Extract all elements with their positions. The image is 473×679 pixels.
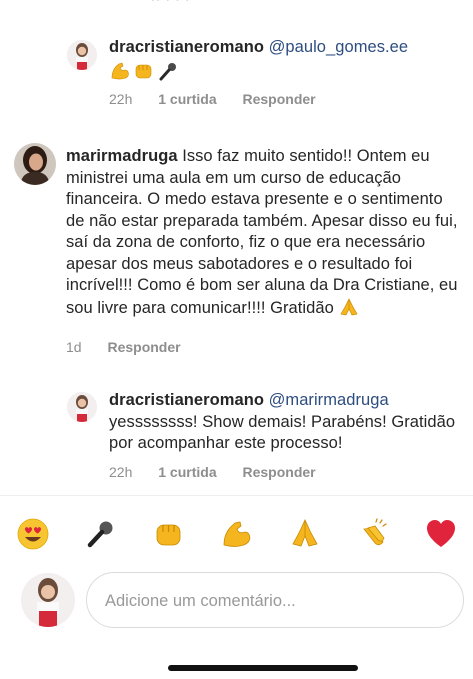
reply-button[interactable]: Responder bbox=[243, 91, 316, 107]
comment-username[interactable]: marirmadruga bbox=[66, 147, 178, 165]
folded-hands-emoji-icon[interactable] bbox=[286, 515, 324, 553]
comment-username[interactable]: dracristianeromano bbox=[109, 38, 264, 56]
comment-meta: 22h 1 curtida Responder bbox=[109, 464, 316, 480]
reply-button[interactable]: Responder bbox=[107, 339, 180, 355]
flexed-biceps-emoji-icon[interactable] bbox=[218, 515, 256, 553]
comment-meta: 22h 1 curtida Responder bbox=[109, 91, 316, 107]
avatar[interactable] bbox=[14, 143, 56, 185]
comment-body: dracristianeromano @paulo_gomes.ee bbox=[109, 37, 459, 59]
comment-emoji-row bbox=[109, 60, 179, 82]
comment-meta: 1d Responder bbox=[66, 339, 181, 355]
comment-composer bbox=[86, 572, 464, 629]
avatar[interactable] bbox=[67, 40, 97, 70]
comment-time: 22h bbox=[109, 91, 133, 107]
microphone-icon bbox=[157, 60, 179, 82]
comment-username[interactable]: dracristianeromano bbox=[109, 391, 264, 409]
clapping-hands-emoji-icon[interactable] bbox=[354, 515, 392, 553]
comment-likes[interactable]: 1 curtida bbox=[158, 464, 216, 480]
comment-mention[interactable]: @paulo_gomes.ee bbox=[269, 38, 409, 56]
heart-eyes-emoji-icon[interactable] bbox=[14, 515, 52, 553]
comment-mention[interactable]: @marirmadruga bbox=[269, 391, 389, 409]
comment-time: 22h bbox=[109, 464, 133, 480]
microphone-emoji-icon[interactable] bbox=[82, 515, 120, 553]
comment-input[interactable] bbox=[103, 573, 437, 629]
fist-icon bbox=[133, 60, 155, 82]
emoji-quick-bar bbox=[14, 514, 460, 554]
home-indicator[interactable] bbox=[168, 665, 358, 671]
comment-text: yessssssss! Show demais! Parabéns! Grati… bbox=[109, 412, 456, 453]
comment-text: Isso faz muito sentido!! Ontem eu minist… bbox=[66, 147, 458, 317]
fist-emoji-icon[interactable] bbox=[150, 515, 188, 553]
avatar[interactable] bbox=[67, 392, 97, 422]
comment-likes[interactable]: 1 curtida bbox=[158, 91, 216, 107]
flexed-biceps-icon bbox=[109, 60, 131, 82]
comment-body: dracristianeromano @marirmadruga yesssss… bbox=[109, 390, 464, 455]
red-heart-emoji-icon[interactable] bbox=[422, 515, 460, 553]
comment-time: 1d bbox=[66, 339, 82, 355]
reply-button[interactable]: Responder bbox=[243, 464, 316, 480]
divider bbox=[0, 495, 473, 496]
cutoff-previous-meta: ·· · · · bbox=[150, 0, 190, 9]
avatar[interactable] bbox=[21, 573, 75, 627]
folded-hands-icon bbox=[338, 297, 360, 324]
comment-body: marirmadruga Isso faz muito sentido!! On… bbox=[66, 146, 464, 323]
